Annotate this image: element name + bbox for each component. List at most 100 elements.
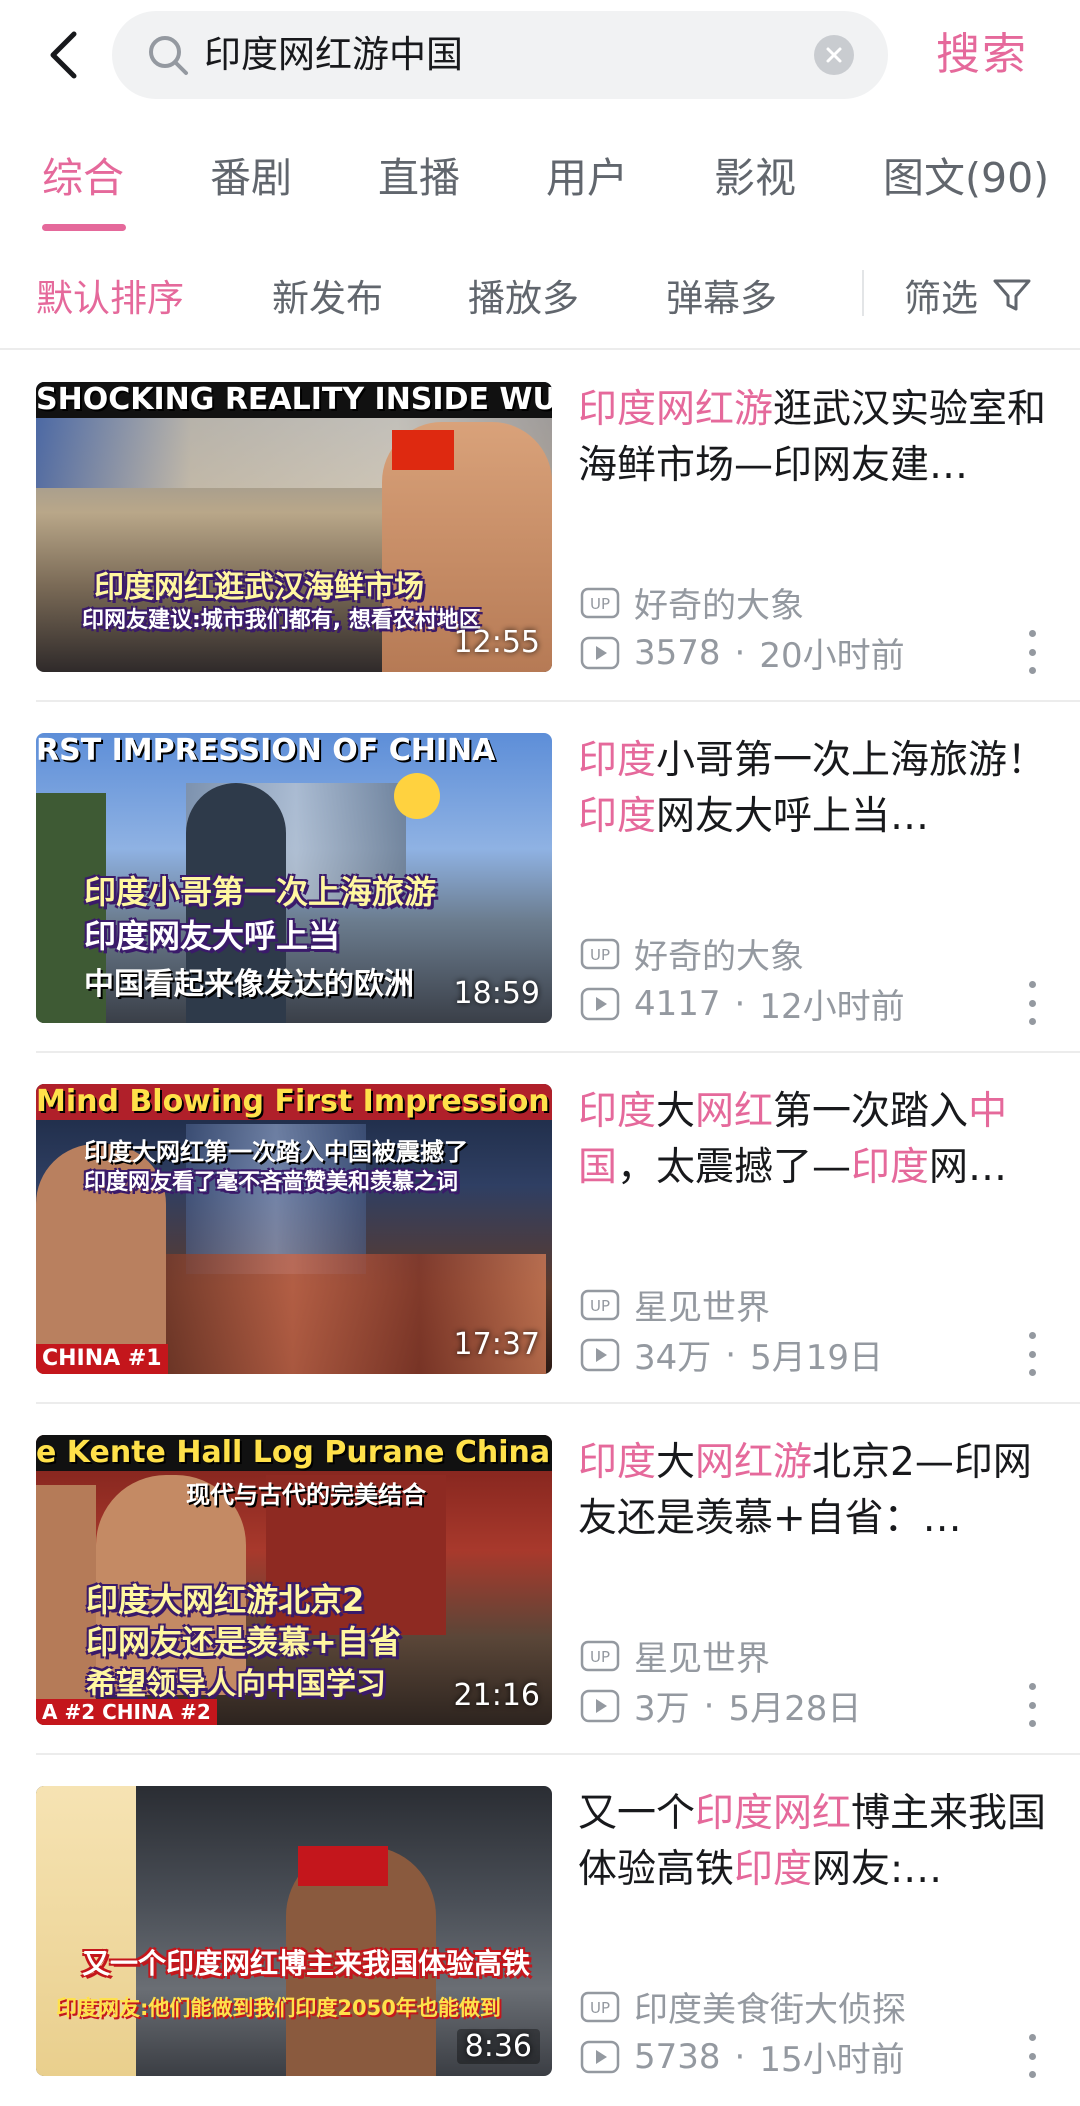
thumb-banner: SHOCKING REALITY INSIDE WUHAN, CHI [36,382,552,418]
title-highlight: 印度 [578,738,657,783]
sort-newest[interactable]: 新发布 [272,268,383,322]
divider [862,270,864,316]
filter-button[interactable]: 筛选 [904,268,1032,322]
result-tabs: 综合 番剧 直播 用户 影视 图文(90) [0,128,1080,232]
separator-dot: · [725,1334,737,1375]
china-flag [392,430,454,470]
thumb-caption-secondary: 印度网友大呼上当 [84,917,341,955]
title-text: 第一次踏入 [773,1089,969,1134]
title-highlight: 印度 [851,1145,930,1190]
video-duration: 8:36 [456,2029,540,2064]
up-badge-icon: UP [580,1289,620,1320]
search-input[interactable]: 印度网红游中国 [112,11,888,99]
thumb-footer: CHINA #1 [36,1344,168,1374]
video-thumbnail[interactable]: 又一个印度网红博主来我国体验高铁 印度网友:他们能做到我们印度2050年也能做到… [36,1786,552,2076]
search-icon [149,36,188,75]
play-count-icon [580,2040,620,2073]
title-highlight: 印度 [578,1089,657,1134]
thumb-caption-secondary: 印度网友:他们能做到我们印度2050年也能做到 [56,1996,501,2020]
play-count-icon [580,1338,620,1371]
separator-dot: · [734,2036,746,2077]
thumb-banner: e Kente Hall Log Purane China me [36,1435,552,1471]
title-highlight: 网红 [695,1089,774,1134]
uploader-name: 星见世界 [634,1639,770,1679]
video-item[interactable]: RST IMPRESSION OF CHINA 印度小哥第一次上海旅游 印度网友… [0,703,1080,1053]
video-title[interactable]: 又一个印度网红博主来我国体验高铁印度网友:… [578,1786,1048,1898]
search-query[interactable]: 印度网红游中国 [204,11,804,99]
more-options-button[interactable] [1022,630,1042,674]
svg-text:UP: UP [590,1648,610,1666]
search-button[interactable]: 搜索 [936,20,1028,90]
tab-bangumi[interactable]: 番剧 [210,144,292,204]
more-options-button[interactable] [1022,1332,1042,1376]
play-count-icon [580,1689,620,1722]
video-thumbnail[interactable]: SHOCKING REALITY INSIDE WUHAN, CHI 印度网红逛… [36,382,552,672]
title-highlight: 印度 [578,1440,657,1485]
uploader-row[interactable]: UP 好奇的大象 [580,578,804,627]
more-options-button[interactable] [1022,1683,1042,1727]
tab-users[interactable]: 用户 [546,144,628,204]
sort-most-played[interactable]: 播放多 [468,268,579,322]
video-thumbnail[interactable]: e Kente Hall Log Purane China me 现代与古代的完… [36,1435,552,1725]
title-text: 网友:… [812,1847,943,1892]
view-count: 5738 [634,2036,721,2077]
video-title[interactable]: 印度小哥第一次上海旅游！印度网友大呼上当… [578,733,1048,845]
uploader-name: 好奇的大象 [634,586,804,626]
more-options-button[interactable] [1022,981,1042,1025]
title-highlight: 印度网红游 [578,387,774,432]
title-text: 又一个 [578,1791,696,1836]
thumb-footer: A #2 CHINA #2 [36,1699,217,1725]
clear-icon [826,47,842,63]
video-title[interactable]: 印度大网红第一次踏入中国，太震撼了—印度网… [578,1084,1048,1196]
title-text: 大 [656,1440,696,1485]
divider [36,1753,1080,1755]
svg-text:UP: UP [590,595,610,613]
publish-date: 5月28日 [728,1689,862,1729]
title-text: ，太震撼了— [617,1145,852,1190]
thumb-cartoon [36,1786,136,2076]
tab-live[interactable]: 直播 [378,144,460,204]
uploader-row[interactable]: UP 好奇的大象 [580,929,804,978]
video-item[interactable]: 又一个印度网红博主来我国体验高铁 印度网友:他们能做到我们印度2050年也能做到… [0,1756,1080,2106]
uploader-row[interactable]: UP 星见世界 [580,1631,770,1680]
publish-date: 12小时前 [759,987,905,1027]
view-count: 3578 [634,632,721,673]
video-thumbnail[interactable]: RST IMPRESSION OF CHINA 印度小哥第一次上海旅游 印度网友… [36,733,552,1023]
title-text: 大 [656,1089,696,1134]
stats-row: 4117 · 12小时前 [580,979,905,1028]
video-thumbnail[interactable]: Mind Blowing First Impression of Ch 印度大网… [36,1084,552,1374]
separator-dot: · [703,1685,715,1726]
video-item[interactable]: e Kente Hall Log Purane China me 现代与古代的完… [0,1405,1080,1755]
thumb-caption-secondary: 印网友建议:城市我们都有, 想看农村地区 [82,608,481,633]
clear-button[interactable] [814,35,854,75]
tab-movies[interactable]: 影视 [714,144,796,204]
thumb-caption-secondary: 印度网友看了毫不吝啬赞美和羡慕之词 [84,1170,459,1195]
title-text: 小哥第一次上海旅游！ [656,738,1047,783]
chevron-left-icon [50,31,77,79]
sort-most-danmaku[interactable]: 弹幕多 [666,268,777,322]
video-title[interactable]: 印度大网红游北京2—印网友还是羡慕+自省：… [578,1435,1048,1547]
play-count-icon [580,987,620,1020]
uploader-name: 好奇的大象 [634,937,804,977]
uploader-row[interactable]: UP 印度美食街大侦探 [580,1982,906,2031]
video-item[interactable]: Mind Blowing First Impression of Ch 印度大网… [0,1054,1080,1404]
uploader-row[interactable]: UP 星见世界 [580,1280,770,1329]
thumb-caption-secondary: 印度大网红游北京2 [86,1581,365,1619]
stats-row: 5738 · 15小时前 [580,2032,905,2081]
filter-label: 筛选 [904,277,978,320]
video-title[interactable]: 印度网红游逛武汉实验室和海鲜市场—印网友建… [578,382,1048,494]
more-options-button[interactable] [1022,2034,1042,2078]
svg-text:UP: UP [590,1999,610,2017]
funnel-icon [993,279,1031,311]
tab-comprehensive[interactable]: 综合 [42,144,124,204]
up-badge-icon: UP [580,587,620,618]
view-count: 4117 [634,983,721,1024]
stats-row: 3578 · 20小时前 [580,628,905,677]
thumb-caption: 现代与古代的完美结合 [186,1481,426,1509]
video-duration: 17:37 [453,1327,540,1362]
view-count: 34万 [634,1338,712,1378]
tab-articles[interactable]: 图文(90) [883,144,1049,204]
back-button[interactable] [38,26,88,84]
sort-default[interactable]: 默认排序 [36,268,184,322]
video-item[interactable]: SHOCKING REALITY INSIDE WUHAN, CHI 印度网红逛… [0,352,1080,702]
